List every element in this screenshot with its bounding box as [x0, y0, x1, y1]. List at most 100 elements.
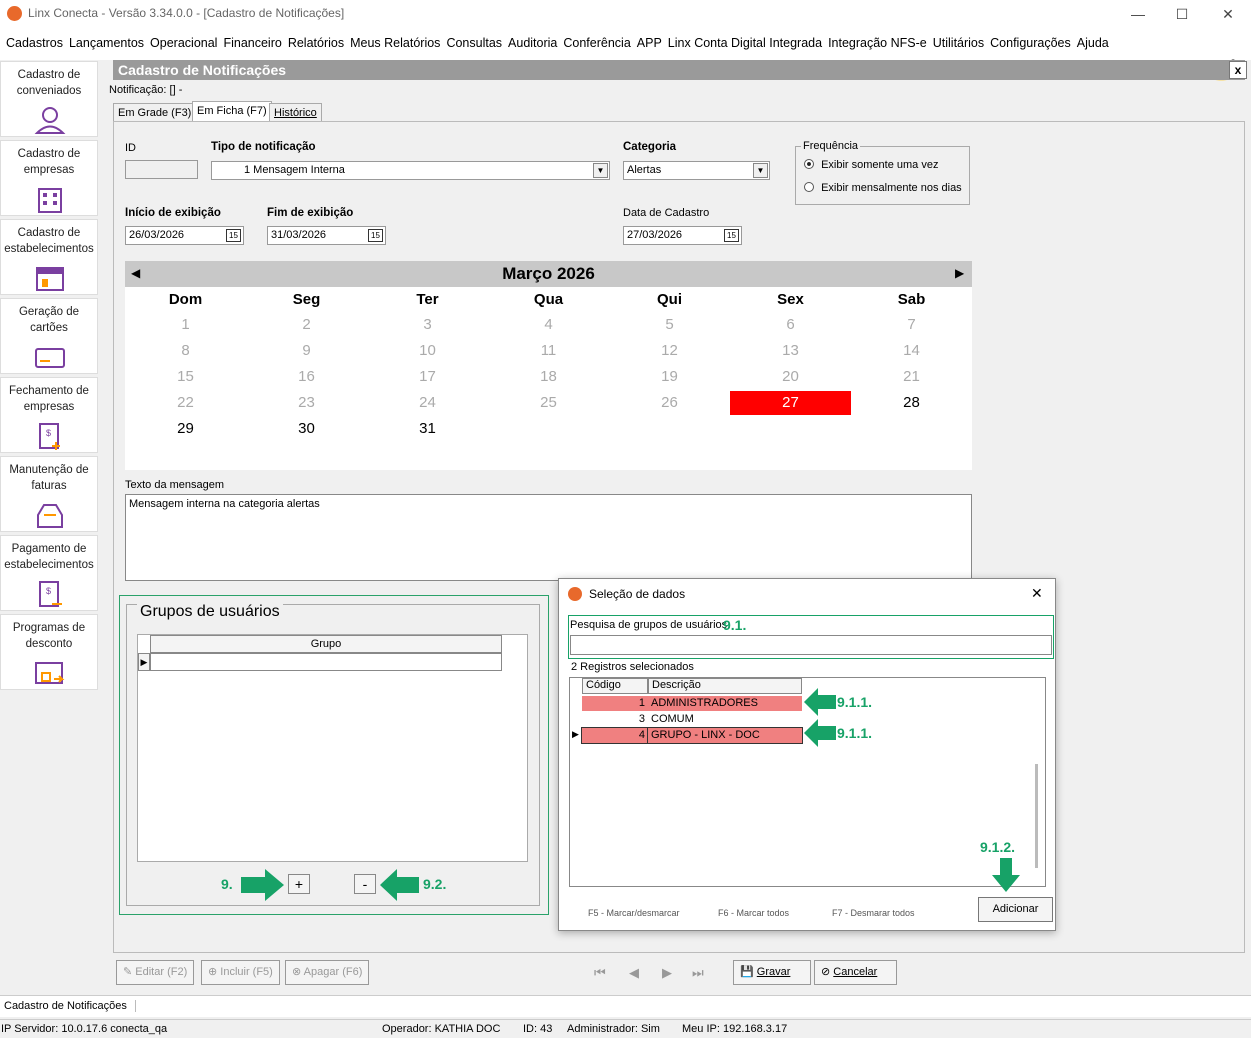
- calendar-day[interactable]: 11: [488, 339, 609, 363]
- dialog-close-button[interactable]: ✕: [1031, 585, 1043, 602]
- close-window-button[interactable]: ✕: [1218, 4, 1238, 24]
- scrollbar[interactable]: [1035, 764, 1038, 868]
- calendar-prev-button[interactable]: ◀: [131, 266, 140, 280]
- calendar-day[interactable]: 2: [246, 313, 367, 337]
- desc-column-header[interactable]: Descrição: [648, 678, 802, 694]
- categoria-select[interactable]: Alertas ▼: [623, 161, 770, 180]
- calendar-day[interactable]: 17: [367, 365, 488, 389]
- first-record-icon[interactable]: ⏮: [594, 965, 606, 981]
- calendar-day[interactable]: 10: [367, 339, 488, 363]
- radio-unchecked-icon[interactable]: [804, 182, 814, 192]
- calendar-day[interactable]: 1: [125, 313, 246, 337]
- next-record-icon[interactable]: ▶: [662, 965, 672, 981]
- menu-item[interactable]: Relatórios: [288, 36, 344, 50]
- menu-item[interactable]: Auditoria: [508, 36, 557, 50]
- fim-date-field[interactable]: 31/03/2026 15: [267, 226, 386, 245]
- sidebar-item[interactable]: Cadastro de estabelecimentos: [0, 219, 98, 295]
- calendar-day[interactable]: 30: [246, 417, 367, 441]
- calendar-day[interactable]: 23: [246, 391, 367, 415]
- menu-item[interactable]: Lançamentos: [69, 36, 144, 50]
- calendar-day[interactable]: 9: [246, 339, 367, 363]
- menu-item[interactable]: Meus Relatórios: [350, 36, 440, 50]
- calendar-day[interactable]: 24: [367, 391, 488, 415]
- sidebar-item[interactable]: Manutenção de faturas: [0, 456, 98, 532]
- calendar-day[interactable]: 7: [851, 313, 972, 337]
- calendar-day[interactable]: 13: [730, 339, 851, 363]
- menu-item[interactable]: Operacional: [150, 36, 217, 50]
- sidebar-item[interactable]: Cadastro de conveniados: [0, 61, 98, 137]
- table-row[interactable]: [150, 653, 502, 671]
- include-button[interactable]: ⊕ Incluir (F5): [201, 960, 280, 985]
- delete-button[interactable]: ⊗ Apagar (F6): [285, 960, 370, 985]
- menu-item[interactable]: Configurações: [990, 36, 1071, 50]
- minimize-button[interactable]: —: [1128, 4, 1148, 24]
- save-button[interactable]: 💾 Gravar: [733, 960, 811, 985]
- table-row[interactable]: 3 COMUM: [582, 712, 802, 727]
- calendar-icon[interactable]: 15: [724, 229, 739, 242]
- sidebar-item[interactable]: Geração de cartões: [0, 298, 98, 374]
- sidebar-item[interactable]: Programas de desconto: [0, 614, 98, 690]
- calendar-day[interactable]: 6: [730, 313, 851, 337]
- sidebar-item[interactable]: Pagamento de estabelecimentos $: [0, 535, 98, 611]
- add-group-button[interactable]: +: [288, 874, 310, 894]
- calendar-day[interactable]: 15: [125, 365, 246, 389]
- calendar-day[interactable]: 29: [125, 417, 246, 441]
- menu-item[interactable]: Cadastros: [6, 36, 63, 50]
- sidebar-item[interactable]: Cadastro de empresas: [0, 140, 98, 216]
- calendar-day[interactable]: 27: [730, 391, 851, 415]
- calendar-day[interactable]: 3: [367, 313, 488, 337]
- groups-grid[interactable]: Grupo ▶: [137, 634, 528, 862]
- menu-item[interactable]: Ajuda: [1077, 36, 1109, 50]
- chevron-down-icon[interactable]: ▼: [593, 163, 608, 178]
- radio-checked-icon[interactable]: [804, 159, 814, 169]
- freq-option-once[interactable]: Exibir somente uma vez: [804, 159, 938, 171]
- close-form-button[interactable]: x: [1229, 61, 1247, 79]
- maximize-button[interactable]: ☐: [1172, 4, 1192, 24]
- table-row[interactable]: 4 GRUPO - LINX - DOC: [581, 727, 803, 744]
- cadastro-date-field[interactable]: 27/03/2026 15: [623, 226, 742, 245]
- calendar-next-button[interactable]: ▶: [955, 266, 964, 280]
- search-input[interactable]: [570, 635, 1052, 655]
- calendar-day[interactable]: 18: [488, 365, 609, 389]
- calendar-day[interactable]: 5: [609, 313, 730, 337]
- edit-button[interactable]: ✎ Editar (F2): [116, 960, 195, 985]
- calendar-icon[interactable]: 15: [226, 229, 241, 242]
- menu-item[interactable]: Linx Conta Digital Integrada: [668, 36, 822, 50]
- freq-option-monthly[interactable]: Exibir mensalmente nos dias: [804, 182, 962, 194]
- menu-item[interactable]: Conferência: [563, 36, 630, 50]
- tab-grade[interactable]: Em Grade (F3): [113, 103, 197, 121]
- sidebar-item[interactable]: Fechamento de empresas $: [0, 377, 98, 453]
- message-textarea[interactable]: Mensagem interna na categoria alertas: [125, 494, 972, 581]
- calendar-day[interactable]: 14: [851, 339, 972, 363]
- calendar-day[interactable]: 16: [246, 365, 367, 389]
- calendar-day[interactable]: 20: [730, 365, 851, 389]
- calendar-day[interactable]: 12: [609, 339, 730, 363]
- groups-column-header[interactable]: Grupo: [150, 635, 502, 653]
- calendar-day[interactable]: 22: [125, 391, 246, 415]
- calendar-day[interactable]: 26: [609, 391, 730, 415]
- remove-group-button[interactable]: -: [354, 874, 376, 894]
- menu-item[interactable]: Integração NFS-e: [828, 36, 927, 50]
- inicio-date-field[interactable]: 26/03/2026 15: [125, 226, 244, 245]
- cancel-button[interactable]: ⊘ Cancelar: [814, 960, 897, 985]
- calendar-day[interactable]: 28: [851, 391, 972, 415]
- calendar-day[interactable]: 21: [851, 365, 972, 389]
- menu-item[interactable]: Financeiro: [223, 36, 281, 50]
- menu-item[interactable]: Utilitários: [933, 36, 984, 50]
- calendar-day[interactable]: 25: [488, 391, 609, 415]
- menu-item[interactable]: APP: [637, 36, 662, 50]
- tab-ficha[interactable]: Em Ficha (F7): [192, 101, 272, 121]
- calendar-day[interactable]: 31: [367, 417, 488, 441]
- tab-historico[interactable]: Histórico: [269, 103, 322, 121]
- status-tab[interactable]: Cadastro de Notificações: [4, 1000, 136, 1012]
- add-button[interactable]: Adicionar: [978, 897, 1053, 922]
- chevron-down-icon[interactable]: ▼: [753, 163, 768, 178]
- calendar-day[interactable]: 8: [125, 339, 246, 363]
- calendar-day[interactable]: 19: [609, 365, 730, 389]
- prev-record-icon[interactable]: ◀: [629, 965, 639, 981]
- code-column-header[interactable]: Código: [582, 678, 648, 694]
- menu-item[interactable]: Consultas: [446, 36, 502, 50]
- calendar-day[interactable]: 4: [488, 313, 609, 337]
- calendar-icon[interactable]: 15: [368, 229, 383, 242]
- tipo-select[interactable]: 1 Mensagem Interna ▼: [211, 161, 610, 180]
